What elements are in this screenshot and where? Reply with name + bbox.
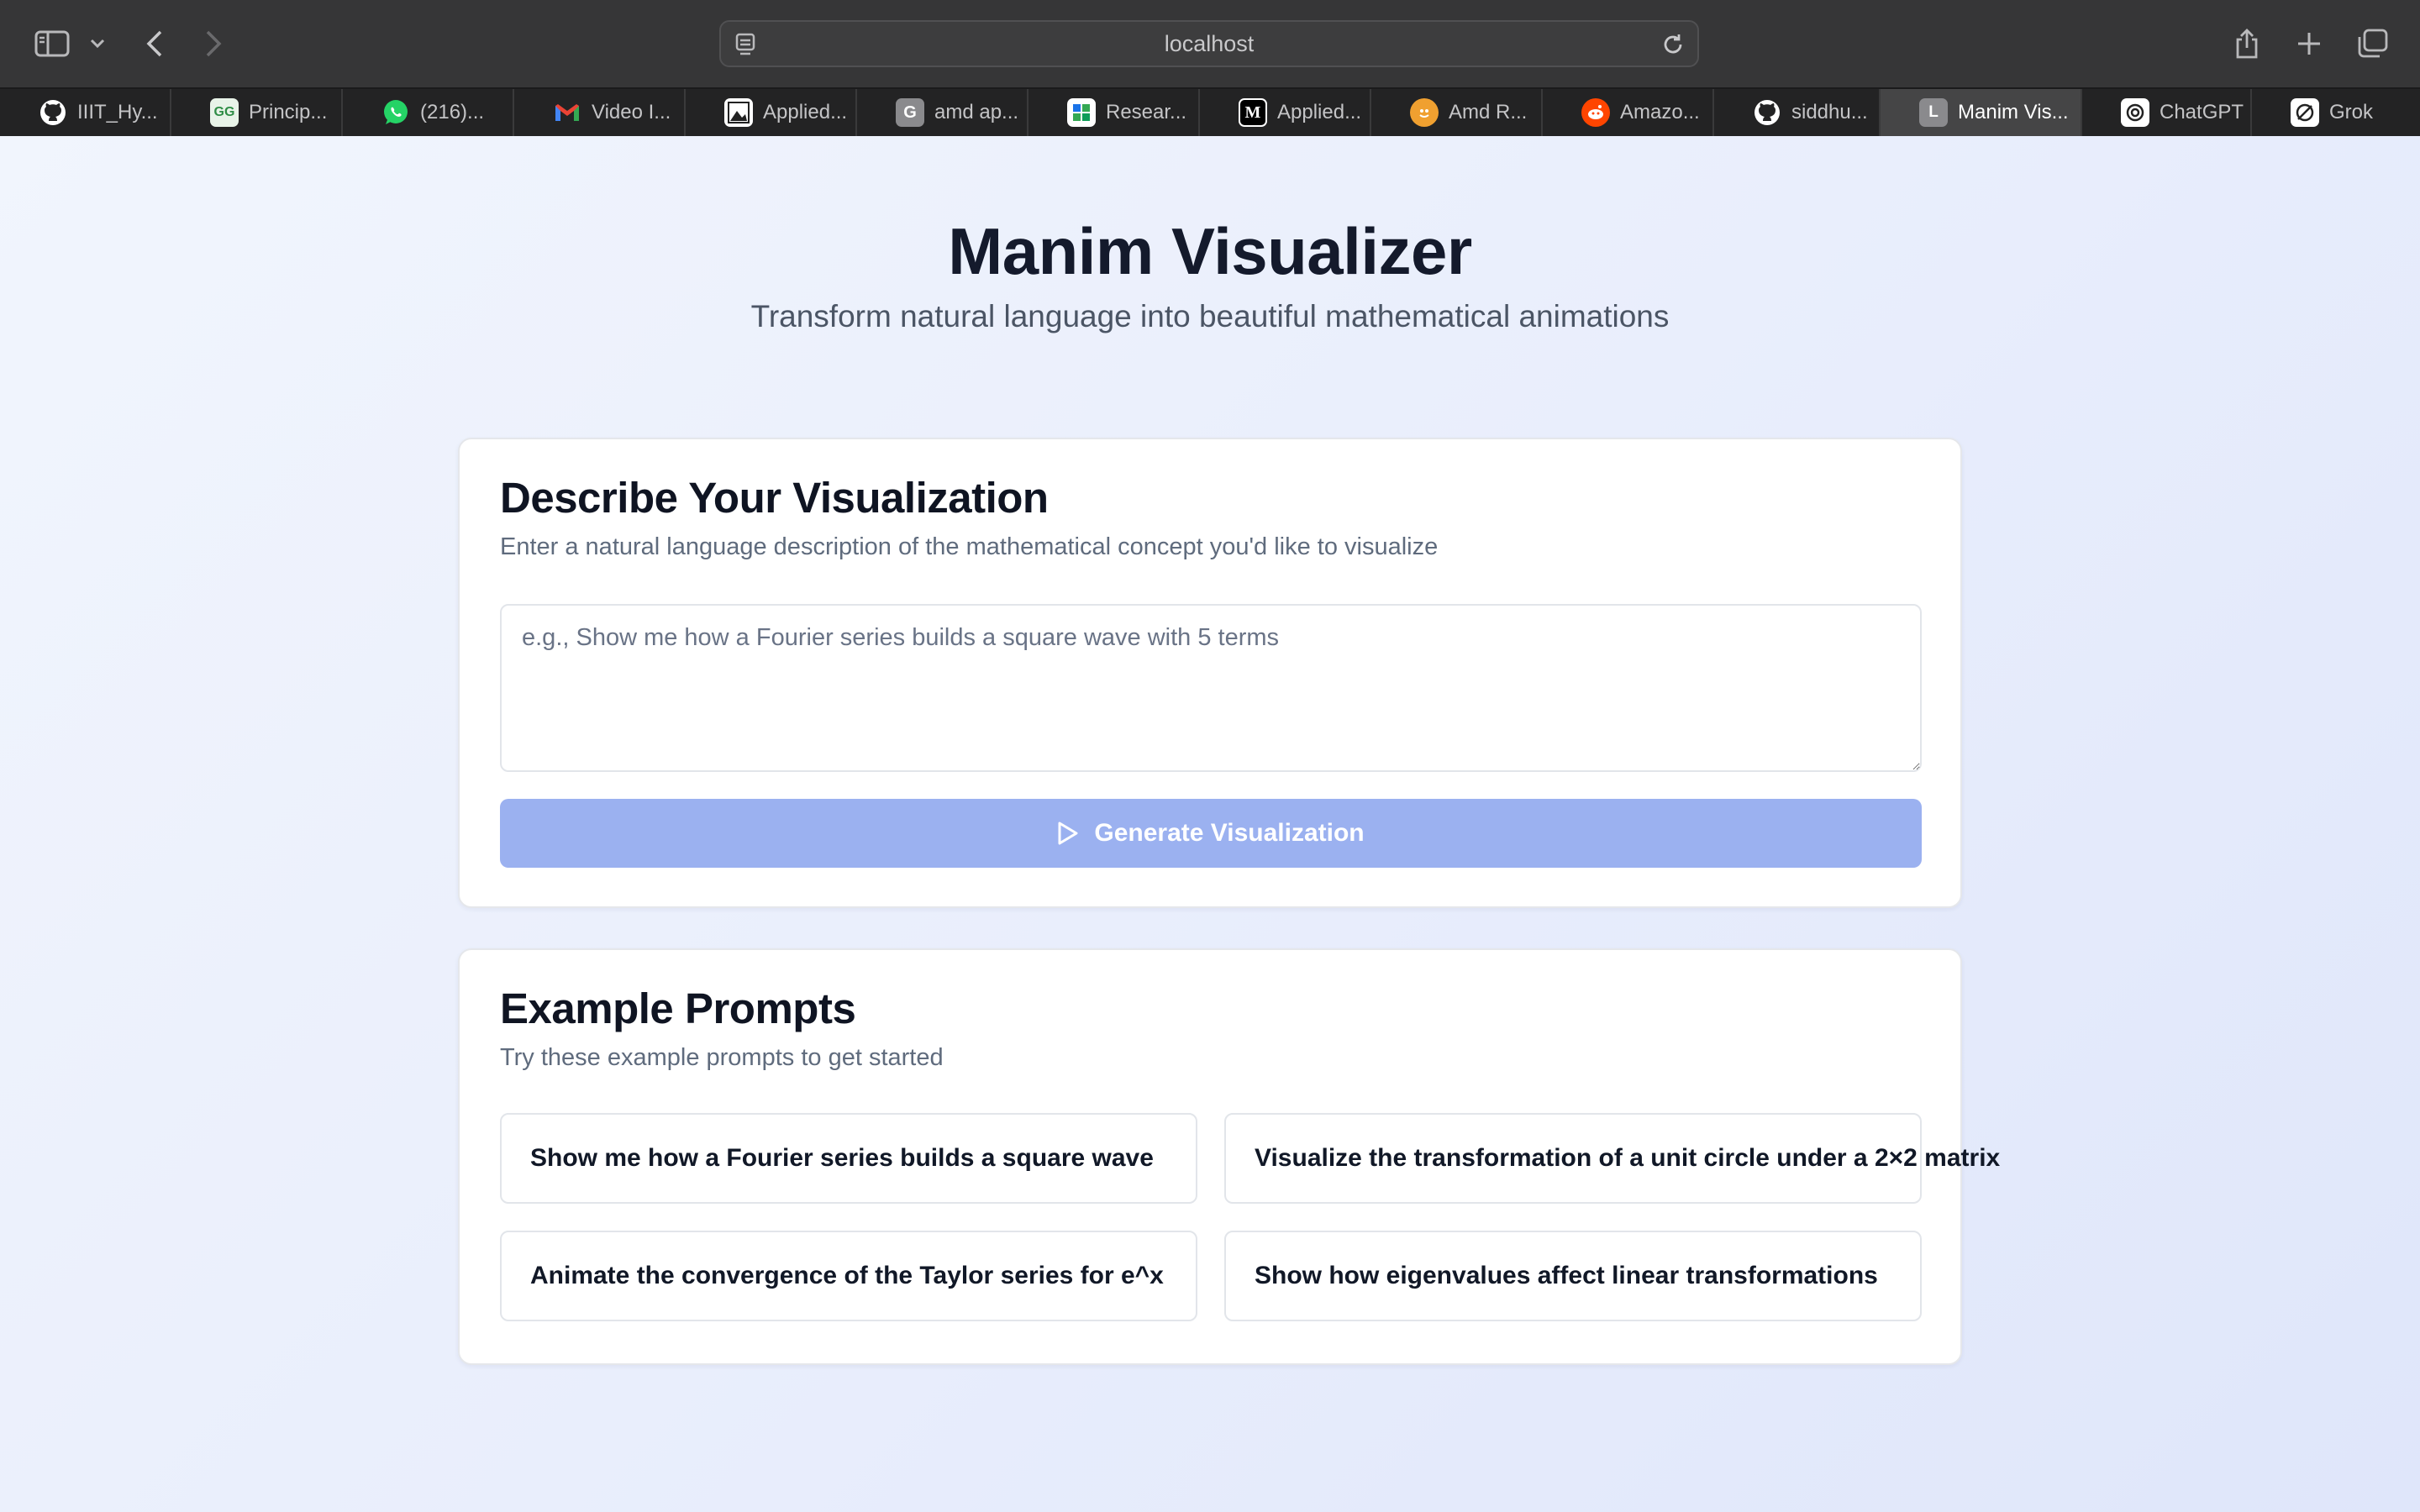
browser-tab[interactable]: Amazo... <box>1543 89 1714 136</box>
generate-button-label: Generate Visualization <box>1094 819 1365 847</box>
tab-title: Resear... <box>1106 101 1187 123</box>
plus-icon <box>2298 33 2320 55</box>
back-button[interactable] <box>139 22 170 66</box>
browser-tab[interactable]: Video I... <box>514 89 686 136</box>
browser-tab[interactable]: GG Princip... <box>171 89 343 136</box>
tab-title: Manim Vis... <box>1958 101 2069 123</box>
github-icon <box>39 98 67 127</box>
examples-subheading: Try these example prompts to get started <box>500 1044 944 1071</box>
tab-title: Applied... <box>1277 101 1362 123</box>
grok-icon <box>2291 98 2319 127</box>
address-bar[interactable]: localhost <box>719 20 1699 67</box>
browser-toolbar: localhost <box>0 0 2420 87</box>
browser-tab[interactable]: Resear... <box>1028 89 1200 136</box>
tab-title: (216)... <box>420 101 485 123</box>
tab-title: Grok <box>2329 101 2374 123</box>
tab-title: Applied... <box>763 101 848 123</box>
tab-title: siddhu... <box>1791 101 1868 123</box>
chatgpt-icon <box>2121 98 2149 127</box>
chevron-left-icon <box>146 30 162 57</box>
tab-title: Amd R... <box>1449 101 1528 123</box>
page-content: Manim Visualizer Transform natural langu… <box>0 136 2420 1512</box>
tab-title: ChatGPT <box>2160 101 2244 123</box>
browser-tab[interactable]: ChatGPT <box>2082 89 2252 136</box>
example-prompt-button[interactable]: Visualize the transformation of a unit c… <box>1224 1113 2000 1204</box>
tab-groups-dropdown[interactable] <box>86 22 109 66</box>
browser-tab[interactable]: Grok <box>2252 89 2420 136</box>
tab-overview-button[interactable] <box>2353 22 2391 66</box>
sidebar-icon <box>34 30 70 57</box>
tab-title: amd ap... <box>934 101 1019 123</box>
tab-strip: IIIT_Hy... GG Princip... (216)... Video … <box>0 87 2420 136</box>
url-text[interactable]: localhost <box>721 22 1697 66</box>
example-prompt-button[interactable]: Show me how a Fourier series builds a sq… <box>500 1113 1197 1204</box>
describe-subheading: Enter a natural language description of … <box>500 533 1439 560</box>
reddit-icon <box>1581 98 1610 127</box>
play-icon <box>1058 822 1078 845</box>
github-icon <box>1753 98 1781 127</box>
tab-overview-icon <box>2358 29 2388 58</box>
browser-tab[interactable]: M Applied... <box>1200 89 1371 136</box>
forward-button[interactable] <box>198 22 229 66</box>
browser-tab[interactable]: (216)... <box>343 89 514 136</box>
page-title: Manim Visualizer <box>948 214 1472 288</box>
share-icon <box>2236 29 2258 59</box>
example-prompt-button[interactable]: Animate the convergence of the Taylor se… <box>500 1231 1197 1321</box>
tab-title: Video I... <box>592 101 671 123</box>
tab-title: Amazo... <box>1620 101 1700 123</box>
browser-tab[interactable]: G amd ap... <box>857 89 1028 136</box>
google-icon: G <box>896 98 924 127</box>
generate-visualization-button[interactable]: Generate Visualization <box>500 799 1922 868</box>
browser-tab[interactable]: Applied... <box>686 89 857 136</box>
sidebar-toggle-button[interactable] <box>32 22 72 66</box>
geeksforgeeks-icon: GG <box>210 98 239 127</box>
tab-title: Princip... <box>249 101 328 123</box>
research-icon <box>1067 98 1096 127</box>
examples-heading: Example Prompts <box>500 984 856 1032</box>
chevron-right-icon <box>206 30 222 57</box>
tab-title: IIIT_Hy... <box>77 101 158 123</box>
amd-icon <box>1410 98 1439 127</box>
gmail-icon <box>553 98 581 127</box>
examples-card: Example Prompts Try these example prompt… <box>458 948 2000 1365</box>
describe-card: Describe Your Visualization Enter a natu… <box>458 438 1962 908</box>
chevron-down-icon <box>90 39 105 49</box>
applied-icon <box>724 98 753 127</box>
browser-tab-active[interactable]: L Manim Vis... <box>1881 89 2082 136</box>
reload-icon[interactable] <box>1660 32 1686 57</box>
browser-tab[interactable]: Amd R... <box>1371 89 1543 136</box>
letter-l-icon: L <box>1919 98 1948 127</box>
page-subtitle: Transform natural language into beautifu… <box>750 299 1670 333</box>
example-prompt-button[interactable]: Show how eigenvalues affect linear trans… <box>1224 1231 1922 1321</box>
new-tab-button[interactable] <box>2291 22 2328 66</box>
whatsapp-icon <box>381 98 410 127</box>
browser-tab[interactable]: IIIT_Hy... <box>0 89 171 136</box>
browser-tab[interactable]: siddhu... <box>1714 89 1881 136</box>
medium-icon: M <box>1239 98 1267 127</box>
describe-heading: Describe Your Visualization <box>500 474 1049 522</box>
prompt-textarea[interactable] <box>500 604 1922 772</box>
share-button[interactable] <box>2228 22 2265 66</box>
